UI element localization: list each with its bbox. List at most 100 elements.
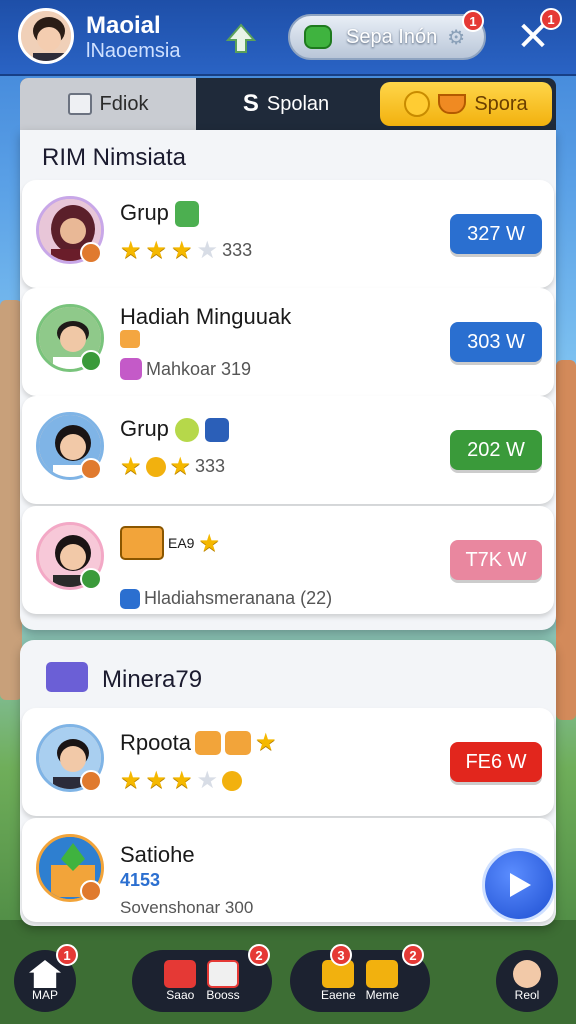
star-icon: ★	[120, 453, 142, 480]
nav-map[interactable]: MAP 1	[14, 944, 78, 1012]
value-button[interactable]: 202 W	[450, 430, 542, 470]
tab-label: Spora	[474, 92, 528, 115]
pot-icon	[438, 94, 467, 114]
coin-icon	[222, 770, 243, 791]
value-button[interactable]: 327 W	[450, 214, 542, 254]
blocks-icon	[46, 662, 88, 692]
coin-icon	[145, 456, 166, 477]
nav-label: Eaene	[320, 988, 356, 1002]
home-icon	[29, 960, 61, 988]
star-icon: ★	[254, 729, 277, 756]
upgrade-icon[interactable]	[224, 22, 258, 56]
play-button[interactable]	[482, 848, 556, 922]
tab-spolan[interactable]: S Spolan	[196, 78, 376, 130]
tab-label: Spolan	[266, 92, 330, 115]
level-badge	[80, 350, 102, 372]
level-badge	[80, 568, 102, 590]
mail-icon	[366, 960, 399, 988]
item-rating: ★ ★ ★ ★ 333	[120, 236, 252, 265]
cross-icon	[206, 960, 239, 988]
level-badge	[80, 242, 102, 264]
value-button[interactable]: T7K W	[450, 540, 542, 580]
nav-label: Saao	[166, 988, 195, 1002]
settings-icon[interactable]: ⚙	[447, 25, 465, 50]
nav-label: Reol	[514, 988, 540, 1002]
item-sub-row: Mahkoar 319	[120, 358, 251, 380]
star-icon: ★	[169, 453, 192, 480]
gift-icon	[194, 730, 221, 755]
star-icon: ★	[120, 237, 142, 264]
star-empty-icon: ★	[196, 237, 219, 264]
currency-badge: 1	[462, 10, 484, 32]
nav-badge: 2	[248, 944, 270, 966]
profile-icon	[513, 960, 541, 988]
star-icon: ★	[198, 529, 220, 557]
item-sub: Hladiahsmeranana (22)	[144, 588, 333, 608]
nav-item: Reol	[513, 960, 541, 1002]
list-item[interactable]: Grup ★ ★ ★ ★ 333 327 W	[22, 180, 554, 288]
bottom-nav: MAP 1 Saao Booss 2 Eaene Meme 3 2 Reol	[0, 940, 576, 1024]
item-name: Grup	[120, 200, 200, 228]
tab-spora[interactable]: Spora	[380, 82, 552, 126]
close-badge: 1	[540, 8, 562, 30]
note-icon	[120, 588, 140, 609]
lime-icon	[175, 418, 200, 443]
currency-pill[interactable]: Sepa Inón ⚙ 1	[288, 10, 486, 60]
player-subtitle: lNaoemsia	[86, 40, 181, 62]
coin-icon	[404, 91, 431, 117]
nav-label: MAP	[31, 988, 58, 1002]
list-item[interactable]: Rpoota ★ ★ ★ ★ ★ FE6 W	[22, 708, 554, 816]
item-rating: ★ ★ 333	[120, 452, 225, 481]
list-item[interactable]: Grup ★ ★ 333 202 W	[22, 396, 554, 504]
value-button[interactable]: 303 W	[450, 322, 542, 362]
cube-icon	[67, 93, 92, 115]
item-sub: 333	[195, 456, 226, 476]
item-name-row: Rpoota ★	[120, 728, 276, 757]
nav-profile[interactable]: Reol	[496, 950, 558, 1012]
nav-item-booss[interactable]: Booss	[206, 960, 240, 1002]
level-badge	[80, 770, 102, 792]
player-portrait	[21, 11, 71, 61]
gem-icon	[304, 25, 332, 49]
nav-item: MAP	[29, 960, 61, 1002]
nav-label: Meme	[365, 988, 400, 1002]
list-item[interactable]: EA9 ★ Hladiahsmeranana (22) T7K W	[22, 506, 554, 614]
chest-icon	[120, 526, 164, 560]
item-name: Rpoota	[120, 729, 191, 755]
value-button[interactable]: FE6 W	[450, 742, 542, 782]
level-badge	[80, 458, 102, 480]
nav-badge: 3	[330, 944, 352, 966]
item-sub: Sovenshonar 300	[120, 898, 254, 917]
list-item[interactable]: Satiohe 4153 Sovenshonar 300	[22, 818, 554, 922]
player-name: Maoial	[86, 12, 161, 39]
tab-bar: Fdiok S Spolan Spora	[20, 78, 556, 130]
shop-icon	[164, 960, 197, 988]
nav-item-eaene[interactable]: Eaene	[321, 960, 356, 1002]
player-avatar[interactable]	[18, 8, 74, 64]
book-icon	[120, 358, 142, 380]
item-name-row: EA9 ★	[120, 526, 220, 560]
item-name: Grup	[120, 416, 230, 443]
item-sub-top: 4153	[120, 870, 161, 890]
star-empty-icon: ★	[196, 767, 219, 794]
nav-badge: 2	[402, 944, 424, 966]
bg-building-left	[0, 300, 22, 700]
item-rating: ★ ★ ★ ★	[120, 766, 243, 795]
nav-item-meme[interactable]: Meme	[366, 960, 399, 1002]
item-name: Satiohe	[120, 842, 195, 867]
nav-label: Booss	[206, 988, 240, 1002]
nav-item-saao[interactable]: Saao	[164, 960, 197, 1002]
item-sub: Mahkoar 319	[146, 358, 252, 379]
list-item[interactable]: Hadiah Minguuak Mahkoar 319 303 W	[22, 288, 554, 396]
star-icon: ★	[120, 767, 142, 794]
tab-fdiok[interactable]: Fdiok	[20, 78, 196, 130]
bg-building-right	[556, 360, 576, 720]
star-icon: ★	[171, 767, 193, 794]
level-badge	[80, 880, 102, 902]
item-sub-row: Hladiahsmeranana (22)	[120, 588, 332, 609]
star-icon: ★	[171, 237, 193, 264]
item-name: Hadiah Minguuak	[120, 304, 292, 329]
play-icon	[510, 873, 531, 897]
swap-icon: S	[242, 90, 259, 117]
gift-icon	[224, 730, 251, 755]
